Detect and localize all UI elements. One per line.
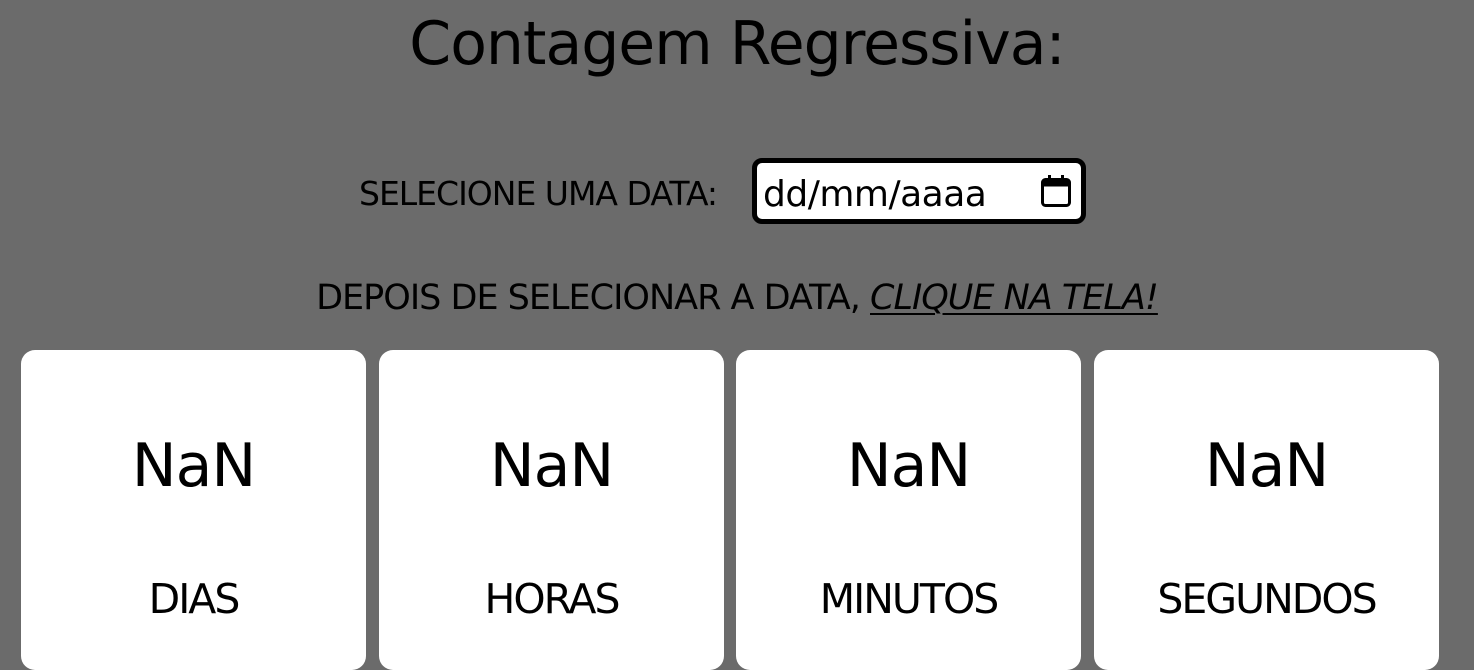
date-label: SELECIONE UMA DATA: [359, 174, 718, 213]
instruction-emphasis: CLIQUE NA TELA! [870, 278, 1159, 318]
countdown-card-hours: NaN HORAS [379, 350, 724, 670]
countdown-value: NaN [846, 431, 972, 501]
countdown-value: NaN [489, 431, 615, 501]
date-row: SELECIONE UMA DATA: dd/mm/aaaa [0, 158, 1474, 224]
countdown-card-seconds: NaN SEGUNDOS [1094, 350, 1439, 670]
calendar-icon[interactable] [1040, 174, 1072, 208]
countdown-label: MINUTOS [819, 575, 1000, 623]
instruction-prefix: DEPOIS DE SELECIONAR A DATA, [316, 278, 870, 318]
countdown-value: NaN [131, 431, 257, 501]
countdown-label: DIAS [148, 575, 241, 623]
countdown-label: SEGUNDOS [1157, 575, 1377, 623]
countdown-card-minutes: NaN MINUTOS [736, 350, 1081, 670]
countdown-value: NaN [1204, 431, 1330, 501]
countdown-card-days: NaN DIAS [21, 350, 366, 670]
countdown-label: HORAS [484, 575, 620, 623]
instruction-text: DEPOIS DE SELECIONAR A DATA, CLIQUE NA T… [0, 276, 1474, 320]
page-title: Contagem Regressiva: [409, 9, 1065, 79]
date-input[interactable]: dd/mm/aaaa [752, 158, 1086, 224]
date-input-placeholder: dd/mm/aaaa [763, 174, 987, 215]
